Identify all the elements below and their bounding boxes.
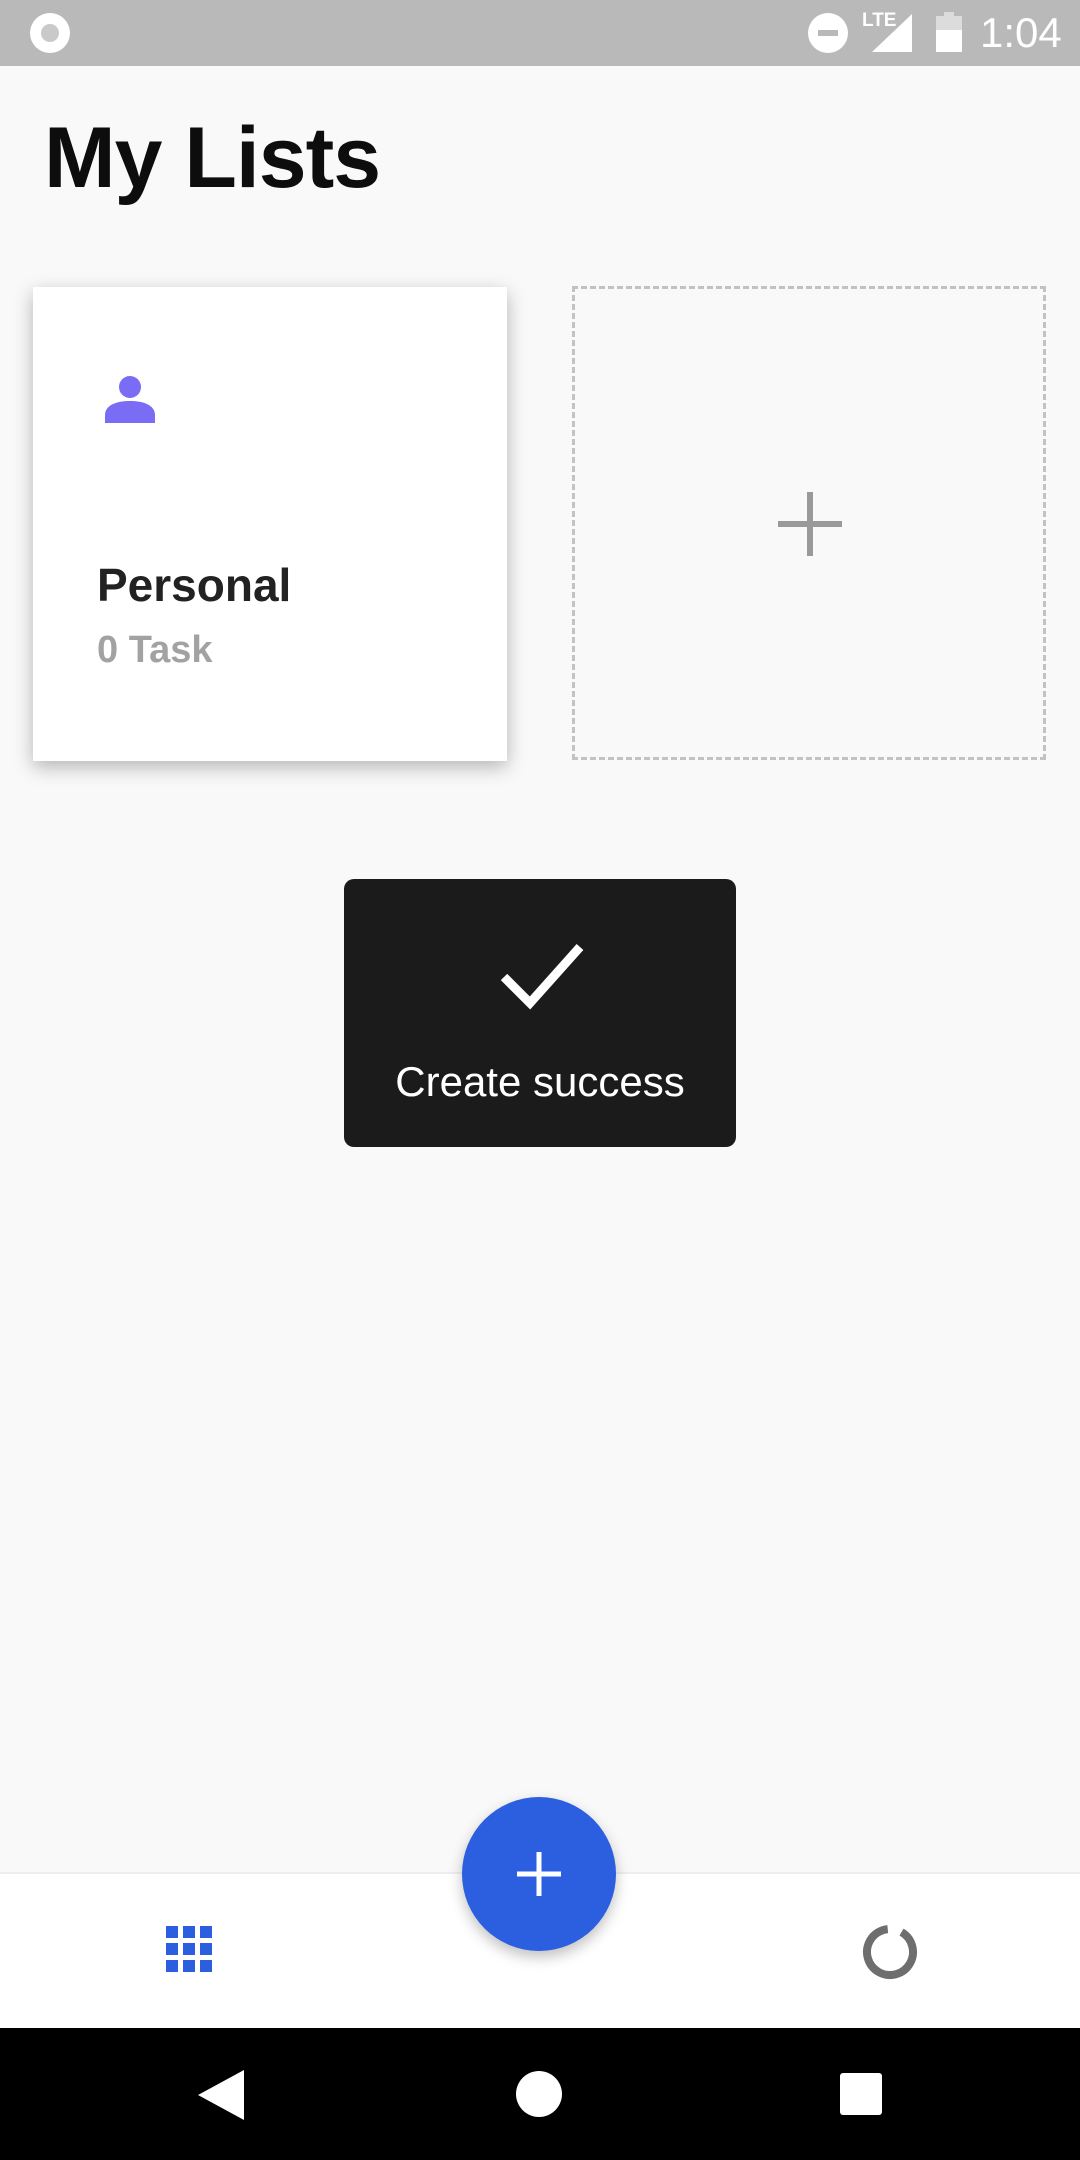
add-task-fab[interactable] — [462, 1797, 616, 1951]
signal-icon — [872, 14, 912, 52]
status-bar: LTE 1:04 — [0, 0, 1080, 66]
list-card-title: Personal — [97, 559, 292, 611]
back-icon[interactable] — [198, 2070, 244, 2120]
page-title: My Lists — [44, 110, 381, 206]
check-icon — [500, 944, 584, 1010]
do-not-disturb-icon — [808, 13, 848, 53]
recents-icon[interactable] — [840, 2073, 882, 2115]
plus-icon — [778, 492, 842, 556]
status-time: 1:04 — [980, 9, 1062, 56]
success-toast: Create success — [344, 879, 736, 1147]
list-card-task-count: 0 Task — [97, 629, 213, 671]
plus-icon — [517, 1852, 561, 1896]
home-icon[interactable] — [516, 2071, 562, 2117]
toast-message: Create success — [395, 1058, 685, 1105]
list-card-personal[interactable]: Personal 0 Task — [33, 287, 507, 761]
stats-ring-icon[interactable] — [862, 1924, 918, 1980]
system-nav-bar — [0, 2028, 1080, 2160]
grid-icon[interactable] — [166, 1926, 212, 1972]
add-list-button[interactable] — [572, 286, 1046, 760]
screen-record-icon — [30, 13, 70, 53]
battery-icon — [936, 12, 962, 52]
person-icon — [105, 376, 155, 423]
